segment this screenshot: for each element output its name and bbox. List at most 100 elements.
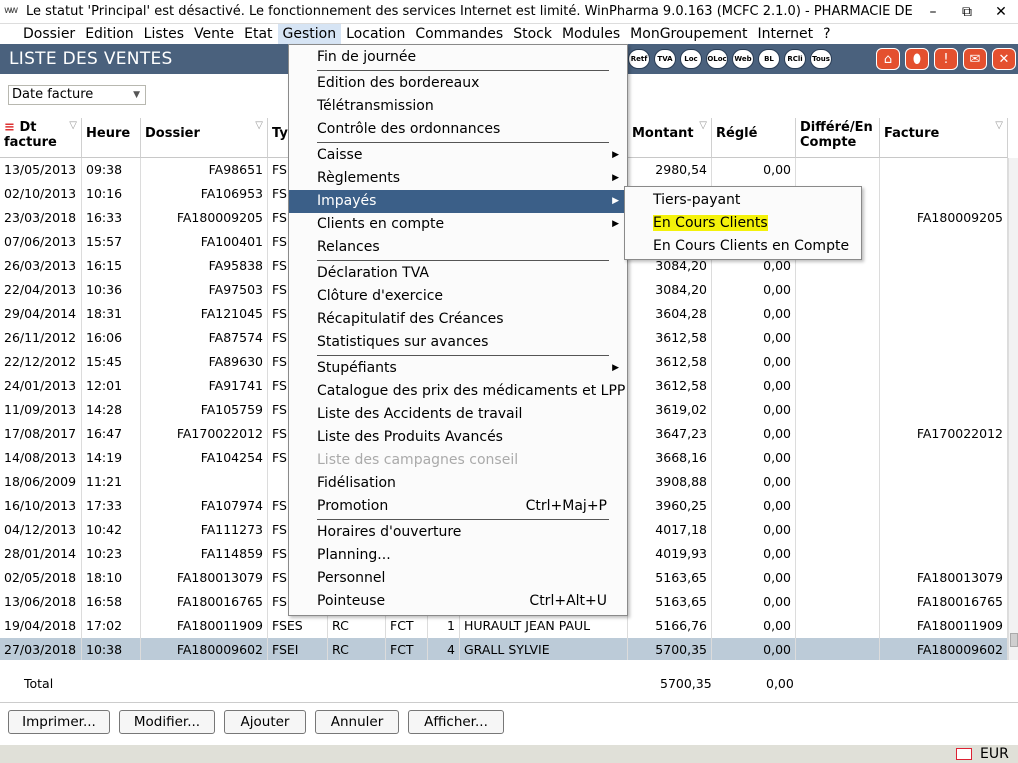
menu-item[interactable]: Statistiques sur avances [289,331,627,354]
menu-item[interactable]: Catalogue des prix des médicaments et LP… [289,380,627,403]
mail-icon[interactable]: ✉ [963,48,987,70]
filter-button-tous[interactable]: Tous [810,49,832,69]
filter-button-tva[interactable]: TVA [654,49,676,69]
menu-item-label: Relances [317,239,380,255]
sort-select-value: Date facture [12,87,94,102]
menu-listes[interactable]: Listes [139,24,189,44]
menu-item[interactable]: Promotion Ctrl+Maj+P [289,495,627,518]
menu-item-label: Clients en compte [317,216,445,232]
menu-item[interactable]: Relances [289,236,627,259]
close-icon[interactable]: ✕ [992,48,1016,70]
menu-item[interactable]: Liste des Accidents de travail [289,403,627,426]
menu-item[interactable]: Fidélisation [289,472,627,495]
filter-icon[interactable]: ▽ [995,120,1003,131]
menu-item[interactable]: Impayés ▶ [289,190,627,213]
status-bar: EUR [0,745,1018,763]
cell-montant: 3084,20 [628,278,712,302]
col-header-regle[interactable]: Réglé [712,118,796,158]
filter-button-loc[interactable]: Loc [680,49,702,69]
menu-commandes[interactable]: Commandes [410,24,508,44]
menu-stock[interactable]: Stock [508,24,557,44]
scrollbar-thumb[interactable] [1010,633,1018,647]
menu-item[interactable]: Fin de journée [289,46,627,69]
col-header-dt[interactable]: ≡ Dt facture ▽ [0,118,82,158]
cell-heure: 16:58 [82,590,141,614]
filter-button-retf[interactable]: Retf [628,49,650,69]
menu-item[interactable]: Horaires d'ouverture [289,521,627,544]
cell-facture [880,518,1008,542]
submenu-item[interactable]: Tiers-payant [625,189,861,212]
cell-differe [796,158,880,182]
menu-item[interactable]: Récapitulatif des Créances [289,308,627,331]
submenu-item[interactable]: En Cours Clients en Compte [625,235,861,258]
cell-differe [796,446,880,470]
sort-icon: ≡ [4,120,15,135]
col-header-heure[interactable]: Heure [82,118,141,158]
filter-button-oloc[interactable]: OLoc [706,49,728,69]
col-header-differe[interactable]: Différé/En Compte [796,118,880,158]
submenu-item[interactable]: En Cours Clients [625,212,861,235]
filter-button-bl[interactable]: BL [758,49,780,69]
menu-edition[interactable]: Edition [80,24,138,44]
menu-item[interactable]: Contrôle des ordonnances [289,118,627,141]
vertical-scrollbar[interactable] [1008,158,1018,660]
cell-facture [880,542,1008,566]
pill-icon[interactable]: ⬮ [905,48,929,70]
menu-item[interactable]: Clôture d'exercice [289,285,627,308]
menu-item[interactable]: Télétransmission [289,95,627,118]
modify-button[interactable]: Modifier... [119,710,215,734]
menu-location[interactable]: Location [341,24,410,44]
add-button[interactable]: Ajouter [224,710,306,734]
menu-item[interactable]: Déclaration TVA [289,262,627,285]
col-header-montant[interactable]: Montant ▽ [628,118,712,158]
menu-vente[interactable]: Vente [189,24,239,44]
page-title: LISTE DES VENTES [9,49,173,69]
table-row[interactable]: 27/03/2018 10:38 FA180009602 FSEI RC FCT 4 GRAL… [0,638,1008,660]
menu-item[interactable]: Planning... [289,544,627,567]
cell-regle: 0,00 [712,494,796,518]
mail-icon[interactable] [956,748,972,760]
filter-icon[interactable]: ▽ [699,120,707,131]
col-header-dossier-label: Dossier [145,126,200,141]
cell-facture: FA180011909 [880,614,1008,638]
print-button[interactable]: Imprimer... [8,710,110,734]
cell-montant: 3668,16 [628,446,712,470]
menu-mongroupement[interactable]: MonGroupement [625,24,752,44]
table-row[interactable]: 19/04/2018 17:02 FA180011909 FSES RC FCT 1 HURA… [0,614,1008,638]
col-header-facture[interactable]: Facture ▽ [880,118,1008,158]
minimize-button[interactable]: – [916,0,950,24]
menu-item[interactable]: Edition des bordereaux [289,72,627,95]
cell-regle: 0,00 [712,518,796,542]
filter-button-rcli[interactable]: RCli [784,49,806,69]
menu-item[interactable]: Stupéfiants ▶ [289,357,627,380]
cancel-button[interactable]: Annuler [315,710,399,734]
menu-modules[interactable]: Modules [557,24,625,44]
menu-internet[interactable]: Internet [753,24,819,44]
divider [0,702,1018,703]
menu-etat[interactable]: Etat [239,24,277,44]
menu-item[interactable]: Liste des Produits Avancés [289,426,627,449]
menu-item[interactable]: Personnel [289,567,627,590]
cell-differe [796,350,880,374]
menu-item[interactable]: Règlements ▶ [289,167,627,190]
cell-facture [880,182,1008,206]
menu-dossier[interactable]: Dossier [18,24,80,44]
home-icon[interactable]: ⌂ [876,48,900,70]
menu-item-label: Fin de journée [317,49,417,65]
cell-dossier: FA180011909 [141,614,268,638]
display-button[interactable]: Afficher... [408,710,504,734]
menu-item[interactable]: Pointeuse Ctrl+Alt+U [289,590,627,613]
alert-icon[interactable]: ! [934,48,958,70]
menu-gestion[interactable]: Gestion [277,24,342,44]
cell-regle: 0,00 [712,542,796,566]
filter-icon[interactable]: ▽ [255,120,263,131]
menu-?[interactable]: ? [818,24,835,44]
filter-icon[interactable]: ▽ [69,120,77,131]
close-button[interactable]: ✕ [984,0,1018,24]
sort-select[interactable]: Date facture ▼ [8,85,146,105]
restore-button[interactable]: ⧉ [950,0,984,24]
menu-item[interactable]: Caisse ▶ [289,144,627,167]
filter-button-web[interactable]: Web [732,49,754,69]
menu-item[interactable]: Clients en compte ▶ [289,213,627,236]
col-header-dossier[interactable]: Dossier ▽ [141,118,268,158]
